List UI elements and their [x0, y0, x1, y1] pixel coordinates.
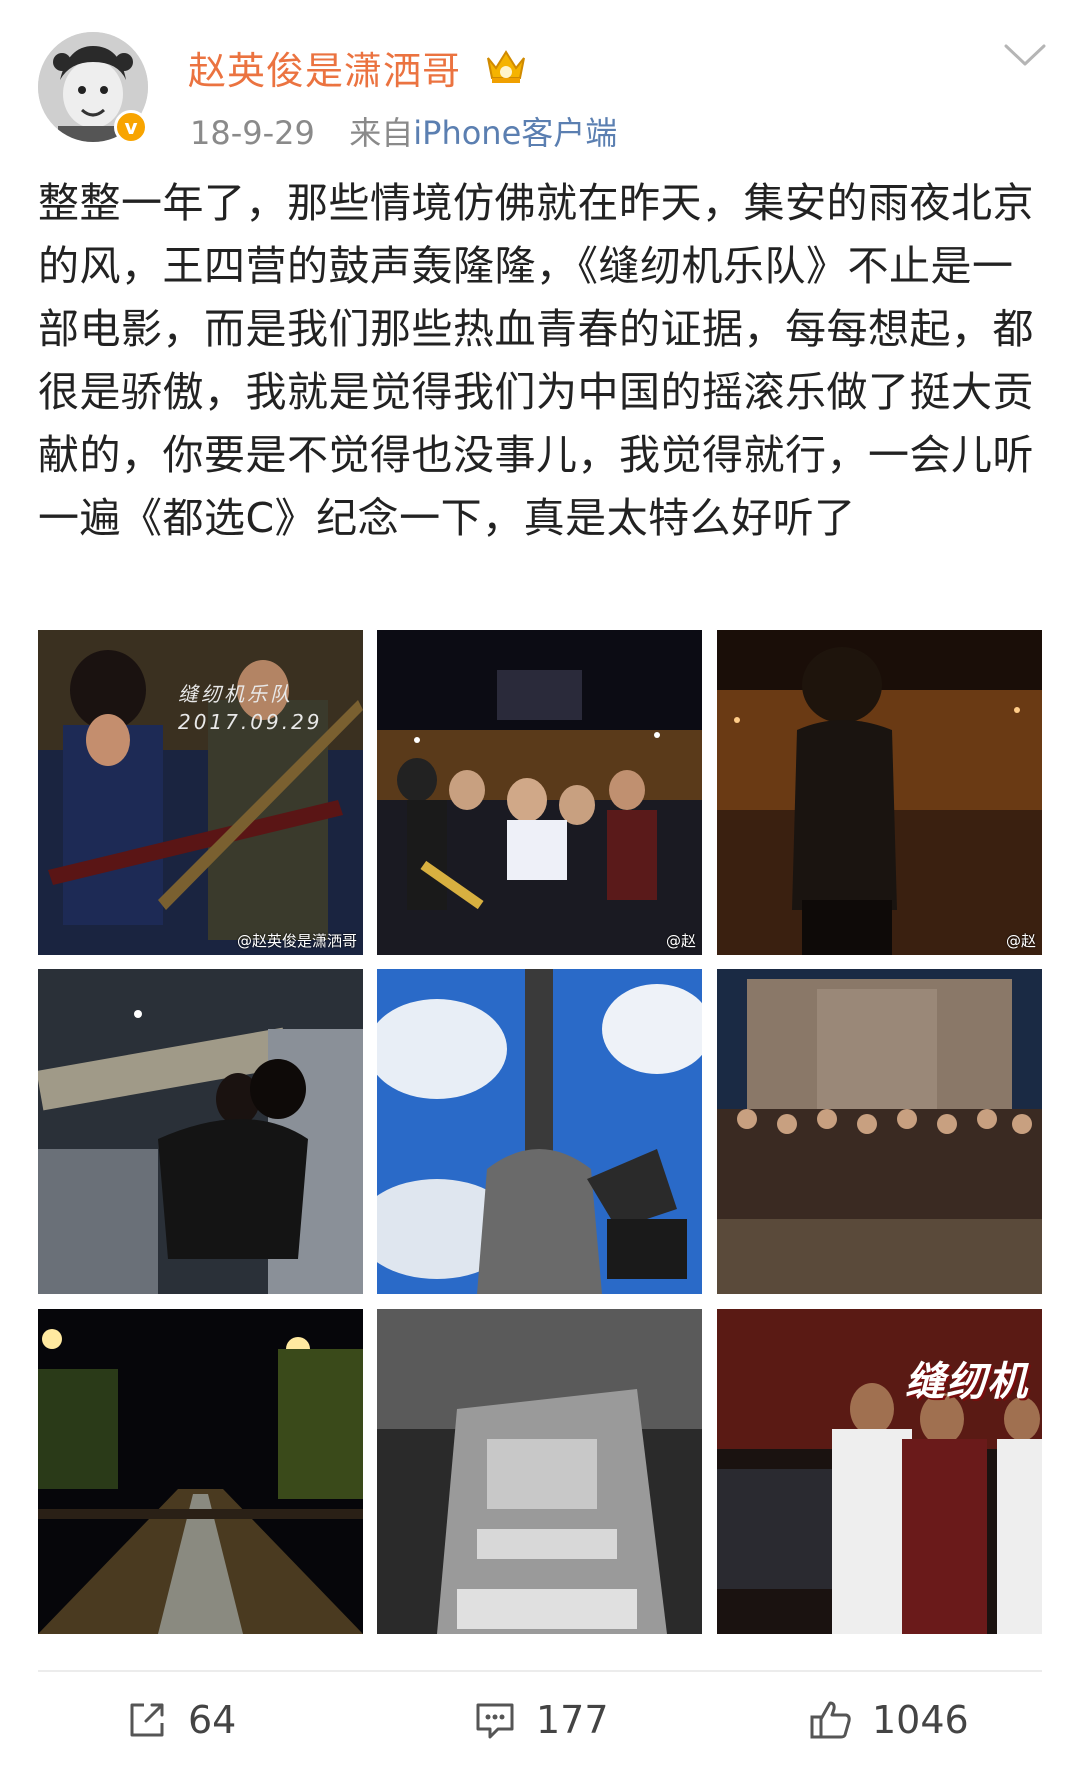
photo-watermark: @赵 — [665, 932, 696, 950]
action-bar: 64 177 1046 — [0, 1680, 1080, 1760]
post-text: 整整一年了，那些情境仿佛就在昨天，集安的雨夜北京的风，王四营的鼓声轰隆隆，《缝纫… — [38, 179, 1034, 542]
photo-hug[interactable] — [38, 969, 363, 1294]
repost-button[interactable]: 64 — [124, 1680, 236, 1760]
like-button[interactable]: 1046 — [808, 1680, 969, 1760]
comment-icon — [476, 1703, 514, 1739]
photo-guitar-monument-sky[interactable] — [377, 969, 702, 1294]
repost-icon — [130, 1703, 164, 1737]
photo-band-guitarists[interactable]: 缝纫机乐队 2017.09.29 @赵英俊是潇洒哥 — [38, 630, 363, 955]
photo-watermark: @赵 — [1005, 932, 1036, 950]
verified-badge-icon: v — [114, 110, 148, 144]
photo-night-street-tracks[interactable] — [38, 1309, 363, 1634]
photo-studio-trio[interactable]: 缝纫机 — [717, 1309, 1042, 1634]
photo-watermark: @赵英俊是潇洒哥 — [236, 932, 357, 950]
divider — [38, 1670, 1042, 1672]
comment-button[interactable]: 177 — [472, 1680, 609, 1760]
crown-icon — [487, 50, 525, 83]
username[interactable]: 赵英俊是潇洒哥 — [188, 40, 461, 95]
photo-handwriting: 缝纫机乐队 2017.09.29 — [178, 682, 323, 734]
photo-title-art: 缝纫机 — [905, 1359, 1028, 1405]
repost-count: 64 — [188, 1698, 237, 1742]
comment-count: 177 — [536, 1698, 609, 1742]
post-date: 18-9-29 — [190, 114, 315, 152]
like-count: 1046 — [872, 1698, 969, 1742]
thumbs-up-icon — [810, 1701, 851, 1739]
post-meta: 18-9-29 来自iPhone客户端 — [190, 108, 617, 154]
source-prefix: 来自 — [349, 114, 414, 152]
photo-group-at-monument[interactable] — [717, 969, 1042, 1294]
post-header: v 赵英俊是潇洒哥 18-9-29 来自iPhone客户端 — [0, 0, 1080, 160]
photo-guitar-sculpture-bw[interactable] — [377, 1309, 702, 1634]
photo-band-concert-crowd[interactable]: @赵 — [377, 630, 702, 955]
source-device-link[interactable]: iPhone客户端 — [413, 114, 617, 152]
chevron-down-icon[interactable] — [1000, 40, 1050, 70]
photo-grid: 缝纫机乐队 2017.09.29 @赵英俊是潇洒哥 @赵 @赵 缝纫机 — [38, 630, 1042, 1634]
photo-stage-back-view[interactable]: @赵 — [717, 630, 1042, 955]
